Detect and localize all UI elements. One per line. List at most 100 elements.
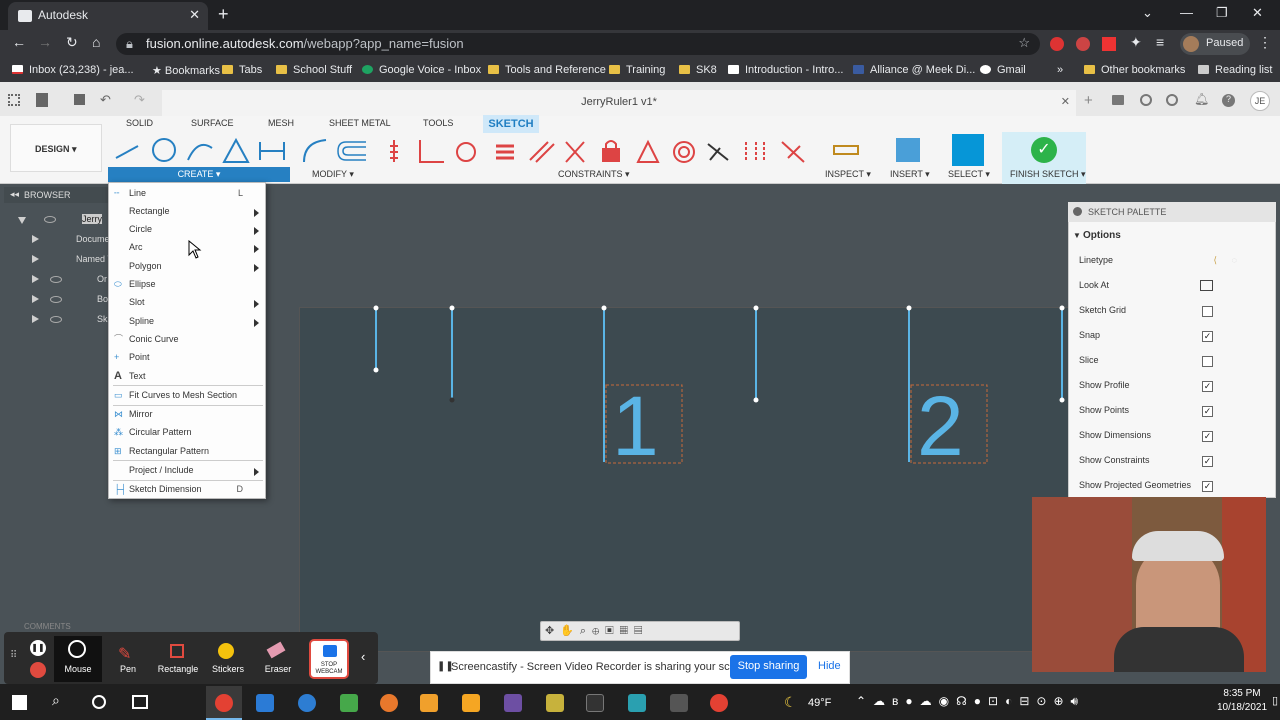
menu-item-project-include[interactable]: Project / Include: [109, 462, 265, 480]
menu-item-rectangular-pattern[interactable]: ⊞ Rectangular Pattern: [109, 443, 265, 461]
collapse-toolbar-icon[interactable]: ‹: [361, 649, 365, 664]
menu-item-spline[interactable]: Spline: [109, 313, 265, 331]
menu-item-point[interactable]: + Point: [109, 349, 265, 367]
adblock-icon[interactable]: [1050, 37, 1064, 51]
calculator-icon[interactable]: [256, 694, 274, 712]
app-icon[interactable]: [628, 694, 646, 712]
options-section[interactable]: ▼ Options: [1073, 230, 1121, 241]
system-tray-icons[interactable]: ⌃☁ʙ●☁◉☊●⊡◐⊟⊙⊕🔊︎: [856, 694, 1085, 709]
stickers-icon[interactable]: [218, 643, 234, 659]
address-bar[interactable]: 🔒︎ fusion.online.autodesk.com/webapp?app…: [116, 33, 1040, 55]
look-at-icon[interactable]: [1200, 280, 1213, 291]
menu-item-text[interactable]: A Text: [109, 368, 265, 386]
chevron-down-icon[interactable]: ⌄: [1142, 5, 1153, 21]
search-icon[interactable]: ⌕: [52, 692, 60, 709]
menu-item-fit-curves[interactable]: ▭ Fit Curves to Mesh Section: [109, 387, 265, 405]
app-icon[interactable]: [670, 694, 688, 712]
temperature[interactable]: 49°F: [808, 697, 831, 709]
finish-sketch-label[interactable]: FINISH SKETCH ▾: [1010, 169, 1086, 180]
mouse-tool[interactable]: [54, 636, 102, 682]
bookmark-item[interactable]: Other bookmarks: [1084, 64, 1185, 76]
modify-tools-icons[interactable]: [300, 136, 370, 166]
reload-icon[interactable]: ↻: [66, 34, 78, 51]
menu-item-polygon[interactable]: Polygon: [109, 258, 265, 276]
browser-panel-header[interactable]: ◂◂ BROWSER: [4, 187, 114, 203]
extensions-icon[interactable]: [1140, 94, 1152, 106]
pause-icon[interactable]: ❚❚: [30, 640, 46, 656]
show-projected-checkbox[interactable]: ✓: [1202, 481, 1213, 492]
bookmark-item[interactable]: Tools and Reference: [488, 64, 606, 76]
forward-icon[interactable]: →: [38, 34, 52, 50]
workspace-dropdown[interactable]: DESIGN ▾: [10, 124, 102, 172]
menu-item-sketch-dimension[interactable]: ├┤ Sketch Dimension D: [109, 481, 265, 499]
bookmark-item[interactable]: Introduction - Intro...: [728, 64, 843, 76]
stop-webcam-button[interactable]: STOP WEBCAM: [309, 639, 349, 679]
show-dimensions-checkbox[interactable]: ✓: [1202, 431, 1213, 442]
history-icon[interactable]: [1166, 94, 1178, 106]
modify-menu-button[interactable]: MODIFY ▾: [312, 169, 354, 180]
webcam-overlay[interactable]: [1032, 497, 1266, 672]
extension-icon[interactable]: [1102, 37, 1116, 51]
job-status-icon[interactable]: [1112, 95, 1124, 105]
bookmark-item[interactable]: School Stuff: [276, 64, 352, 76]
hide-button[interactable]: Hide: [818, 660, 841, 672]
sketch-palette-header[interactable]: SKETCH PALETTE: [1068, 202, 1276, 222]
app-icon[interactable]: [462, 694, 480, 712]
rectangle-icon[interactable]: [170, 644, 184, 658]
palette-collapse-icon[interactable]: [1073, 207, 1082, 216]
cortana-icon[interactable]: [92, 695, 106, 709]
redo-icon[interactable]: ↷: [134, 92, 145, 108]
menu-item-line[interactable]: ╌ Line L: [109, 185, 265, 203]
select-tool-icon[interactable]: [952, 134, 984, 166]
bookmark-item[interactable]: ★ Bookmarks: [140, 64, 220, 77]
help-icon[interactable]: ?: [1222, 94, 1235, 107]
menu-item-mirror[interactable]: ⋈ Mirror: [109, 406, 265, 424]
close-tab-icon[interactable]: ✕: [189, 7, 200, 23]
insert-menu-button[interactable]: INSERT ▾: [890, 169, 930, 180]
sketch-text-1[interactable]: 1: [612, 378, 659, 475]
maximize-icon[interactable]: ❐: [1216, 5, 1228, 21]
undo-icon[interactable]: ↶: [100, 92, 111, 108]
sketch-text-2[interactable]: 2: [917, 378, 964, 475]
show-points-checkbox[interactable]: ✓: [1202, 406, 1213, 417]
inspect-menu-button[interactable]: INSPECT ▾: [825, 169, 871, 180]
minimize-icon[interactable]: —: [1180, 5, 1193, 20]
fusion-icon[interactable]: [380, 694, 398, 712]
menu-item-circular-pattern[interactable]: ⁂ Circular Pattern: [109, 424, 265, 442]
app-icon[interactable]: [298, 694, 316, 712]
collapse-icon[interactable]: ◂◂: [10, 189, 19, 200]
app-icon[interactable]: [546, 694, 564, 712]
menu-item-conic-curve[interactable]: ⌒ Conic Curve: [109, 331, 265, 349]
create-tools-icons[interactable]: [112, 136, 292, 166]
tab-surface[interactable]: SURFACE: [191, 118, 234, 128]
bookmark-item[interactable]: SK8: [679, 64, 717, 76]
close-document-icon[interactable]: ✕: [1061, 95, 1070, 108]
reading-list-button[interactable]: Reading list: [1198, 64, 1272, 76]
media-icon[interactable]: ≡: [1156, 34, 1164, 50]
drag-handle-icon[interactable]: ⠿: [10, 650, 17, 661]
menu-item-arc[interactable]: Arc: [109, 239, 265, 257]
file-icon[interactable]: [36, 93, 48, 107]
star-icon[interactable]: ☆: [1018, 35, 1030, 51]
windows-start-icon[interactable]: [12, 695, 27, 710]
snap-checkbox[interactable]: ✓: [1202, 331, 1213, 342]
notifications-icon[interactable]: 🔔︎: [1194, 92, 1209, 106]
show-profile-checkbox[interactable]: ✓: [1202, 381, 1213, 392]
app-grid-icon[interactable]: [8, 94, 20, 106]
nav-tool-icons[interactable]: ✥✋⌕⊕▣▦▤: [545, 624, 648, 638]
bookmark-item[interactable]: Alliance @ Meek Di...: [853, 64, 975, 76]
bookmark-item[interactable]: Tabs: [222, 64, 262, 76]
notification-icon[interactable]: ▯: [1272, 694, 1278, 707]
document-tab[interactable]: JerryRuler1 v1* ✕: [162, 90, 1076, 116]
clock[interactable]: 8:35 PM 10/18/2021: [1212, 688, 1272, 713]
app-icon[interactable]: [340, 694, 358, 712]
select-menu-button[interactable]: SELECT ▾: [948, 169, 990, 180]
close-window-icon[interactable]: ✕: [1252, 5, 1263, 21]
bookmark-item[interactable]: Gmail: [980, 64, 1026, 76]
chrome-icon[interactable]: [710, 694, 728, 712]
constraint-tools-icons[interactable]: [384, 136, 808, 166]
tab-sketch[interactable]: SKETCH: [483, 115, 539, 133]
extension-icon[interactable]: [1076, 37, 1090, 51]
chrome-icon[interactable]: [215, 694, 233, 712]
menu-item-ellipse[interactable]: ⬭ Ellipse: [109, 276, 265, 294]
